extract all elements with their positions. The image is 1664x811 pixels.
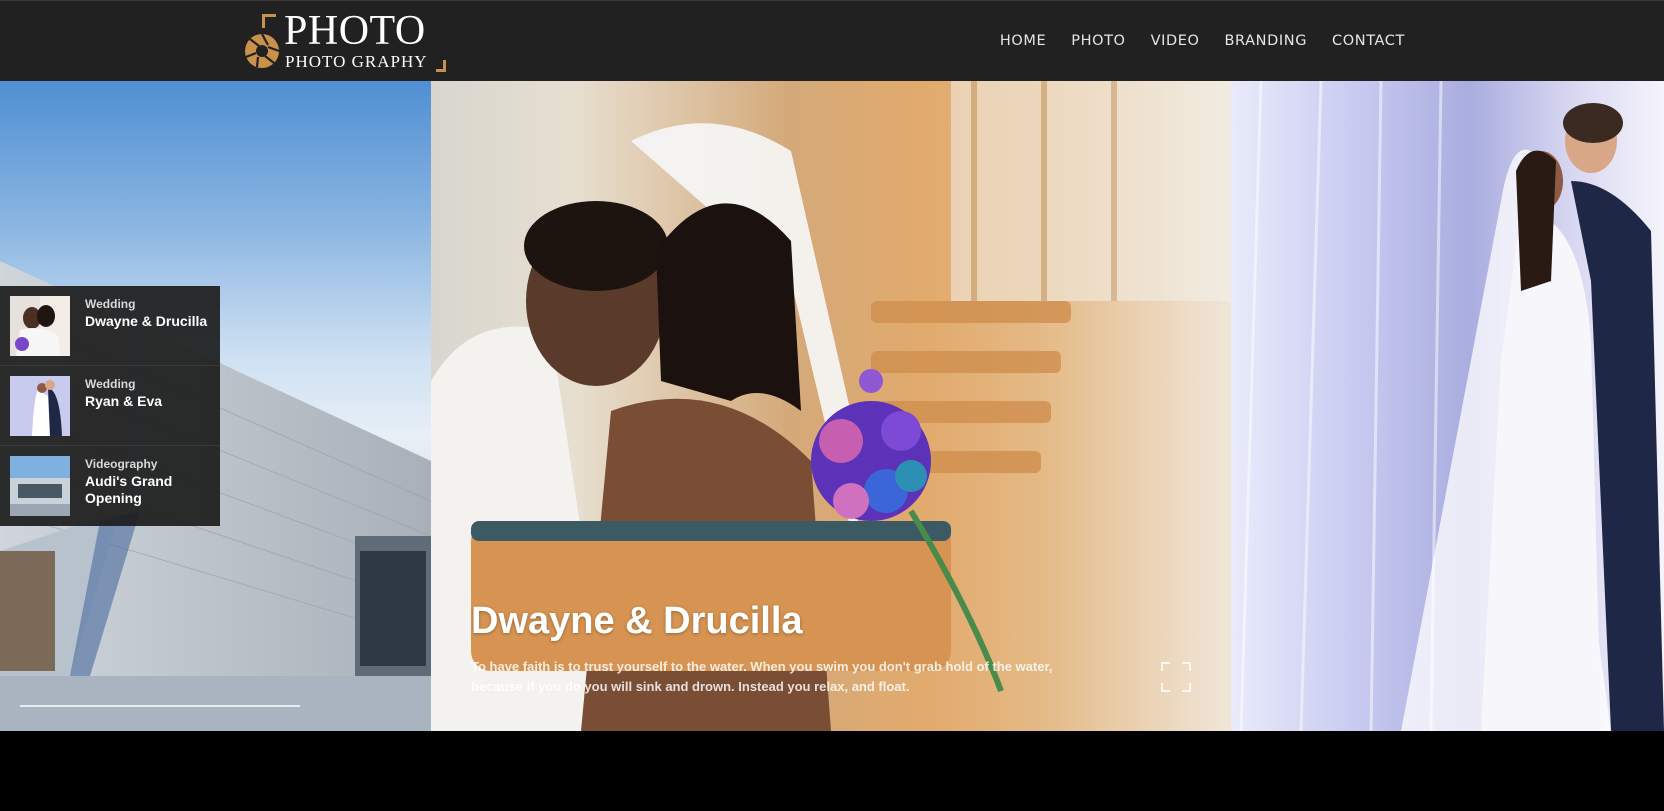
main-nav: HOME PHOTO VIDEO BRANDING CONTACT (1000, 30, 1405, 52)
playlist-item-title: Audi's Grand Opening (85, 473, 173, 506)
playlist-item-audi-grand-opening[interactable]: Videography Audi's Grand Opening (0, 446, 220, 526)
logo-bracket-bottom-right (436, 60, 446, 72)
playlist-item-category: Wedding (85, 377, 136, 391)
nav-home[interactable]: HOME (1000, 30, 1046, 52)
aperture-icon (245, 33, 280, 68)
thumbnail-audi-grand-opening (10, 456, 70, 516)
nav-photo[interactable]: PHOTO (1071, 30, 1125, 52)
nav-video[interactable]: VIDEO (1151, 30, 1200, 52)
site-header: PHOTO PHOTO GRAPHY HOME PHOTO VIDEO BRAN… (0, 0, 1664, 81)
wedding-kiss-photo (1239, 81, 1664, 731)
playlist-item-ryan-eva[interactable]: Wedding Ryan & Eva (0, 366, 220, 446)
page: PHOTO PHOTO GRAPHY HOME PHOTO VIDEO BRAN… (0, 0, 1664, 811)
site-logo[interactable]: PHOTO PHOTO GRAPHY (244, 8, 449, 73)
playlist-item-category: Videography (85, 457, 158, 471)
nav-branding[interactable]: BRANDING (1225, 30, 1308, 52)
thumbnail-ryan-eva (10, 376, 70, 436)
fullscreen-icon[interactable] (1160, 661, 1192, 693)
thumbnail-dwayne-drucilla (10, 296, 70, 356)
playlist-item-category: Wedding (85, 297, 136, 311)
logo-subtitle: PHOTO GRAPHY (285, 52, 428, 71)
logo-title: PHOTO (284, 8, 426, 54)
slide-next[interactable] (1231, 81, 1664, 731)
playlist-item-title: Dwayne & Drucilla (85, 313, 208, 329)
nav-contact[interactable]: CONTACT (1332, 30, 1405, 52)
playlist-item-title: Ryan & Eva (85, 393, 163, 409)
logo-bracket-top-left (262, 14, 276, 28)
slide-caption-text: To have faith is to trust yourself to th… (471, 659, 1053, 694)
playlist-item-dwayne-drucilla[interactable]: Wedding Dwayne & Drucilla (0, 286, 220, 366)
gallery-playlist: Wedding Dwayne & Drucilla Wedding Ryan &… (0, 286, 220, 526)
slide-caption-title: Dwayne & Drucilla (471, 600, 803, 642)
